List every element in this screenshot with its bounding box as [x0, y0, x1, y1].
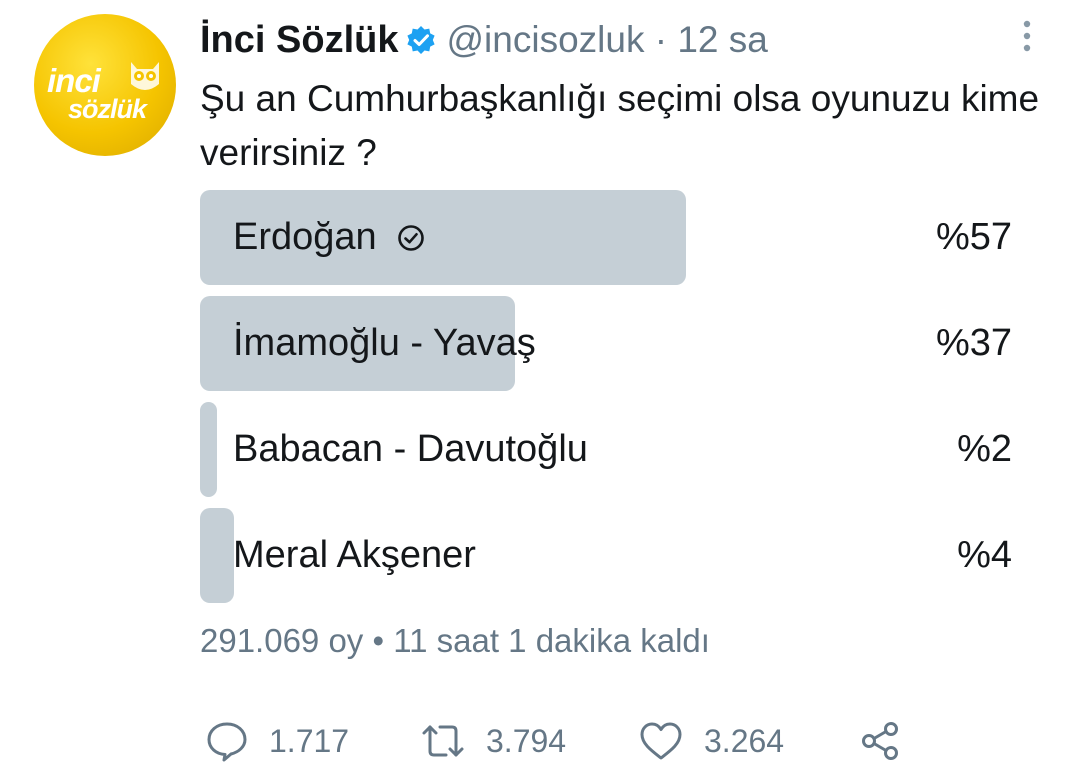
poll-option-percent: %37 — [935, 322, 1012, 364]
poll-option-label: İmamoğlu - Yavaş — [233, 296, 536, 391]
poll-option-text: İmamoğlu - Yavaş — [233, 322, 536, 364]
poll-meta: 291.069 oy • 11 saat 1 dakika kaldı — [200, 622, 710, 659]
poll-option-label: Erdoğan — [233, 190, 425, 285]
reply-count: 1.717 — [269, 722, 350, 759]
poll-option: Meral Akşener %4 — [200, 508, 1012, 603]
poll-option-text: Erdoğan — [233, 216, 377, 258]
like-count: 3.264 — [704, 722, 785, 759]
retweet-count: 3.794 — [486, 722, 567, 759]
poll-option-percent: %4 — [957, 534, 1012, 576]
share-icon — [862, 722, 898, 760]
poll-option-percent: %2 — [957, 428, 1012, 470]
author-handle-and-time[interactable]: @incisozluk · 12 sa — [446, 19, 767, 61]
selected-check-icon — [397, 224, 425, 252]
author-name[interactable]: İnci Sözlük — [200, 19, 398, 62]
verified-badge-icon — [406, 25, 436, 55]
poll-option-text: Babacan - Davutoğlu — [233, 428, 588, 470]
poll-option-percent: %57 — [935, 216, 1012, 258]
share-button[interactable] — [858, 718, 902, 764]
poll-option: Babacan - Davutoğlu %2 — [200, 402, 1012, 497]
retweet-icon — [422, 725, 464, 757]
retweet-button[interactable]: 3.794 — [420, 718, 566, 764]
tweet-text: Şu an Cumhurbaşkanlığı seçimi olsa oyunu… — [200, 78, 1040, 173]
avatar[interactable]: inci sözlük — [34, 14, 176, 156]
more-options-icon[interactable] — [1012, 18, 1042, 58]
poll-option: İmamoğlu - Yavaş %37 — [200, 296, 1012, 391]
reply-button[interactable]: 1.717 — [205, 718, 349, 764]
avatar-logo-text-2: sözlük — [68, 94, 147, 124]
poll-bar — [200, 402, 217, 497]
like-button[interactable]: 3.264 — [638, 718, 784, 764]
avatar-logo-text-1: inci — [47, 62, 101, 99]
tweet-actions: 1.717 3.794 3.264 — [205, 718, 905, 764]
like-icon — [640, 722, 682, 760]
owl-icon — [131, 62, 159, 90]
poll-option-label: Meral Akşener — [233, 508, 476, 603]
poll-option-text: Meral Akşener — [233, 534, 476, 576]
reply-icon — [207, 722, 247, 762]
poll: Erdoğan %57 İmamoğlu - Yavaş %37 Babacan… — [200, 190, 1012, 614]
poll-option: Erdoğan %57 — [200, 190, 1012, 285]
poll-bar — [200, 508, 234, 603]
poll-option-label: Babacan - Davutoğlu — [233, 402, 588, 497]
tweet-header: İnci Sözlük @incisozluk · 12 sa — [200, 14, 768, 66]
